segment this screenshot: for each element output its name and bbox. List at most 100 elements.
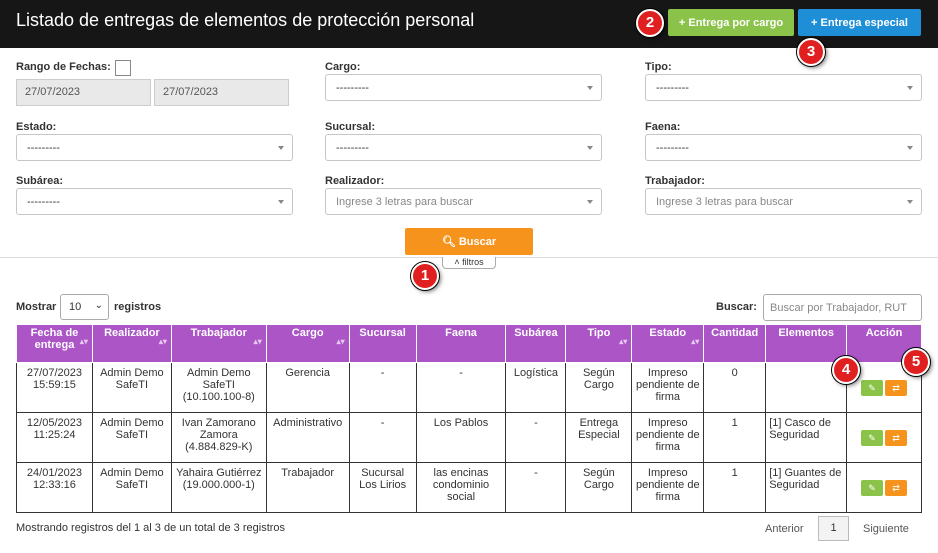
table-info: Mostrando registros del 1 al 3 de un tot… [16,522,286,534]
swap-button[interactable]: ⇄ [885,479,908,496]
col-trabajador[interactable]: Trabajador ▴▾ [170,324,267,363]
tipo-label: Tipo: [645,61,672,73]
filtros-toggle[interactable]: ˄ filtros [442,257,496,269]
swap-button[interactable]: ⇄ [885,379,908,396]
edit-button[interactable]: ✎ [861,429,884,446]
chevron-down-icon [907,200,913,204]
col-cantidad: Cantidad [703,324,767,363]
edit-button[interactable]: ✎ [861,479,884,496]
faena-select-value: --------- [656,142,689,154]
cell-elementos: [1] Guantes de Seguridad [765,462,848,513]
sort-icon: ▴▾ [619,337,628,346]
cell-subarea: - [505,412,567,463]
subarea-label: Subárea: [16,175,64,187]
cell-fecha: 24/01/2023 12:33:16 [16,462,93,513]
cell-accion: ✎ ⇄ [846,412,922,463]
col-sucursal: Sucursal [348,324,417,363]
subarea-select[interactable]: --------- [16,188,293,215]
cell-faena: las encinas condominio social [415,462,507,513]
realizador-placeholder: Ingrese 3 letras para buscar [336,196,473,208]
col-cargo-label: Cargo [291,327,324,339]
cell-sucursal: - [348,412,417,463]
buscar-button[interactable]: 🔍︎ Buscar [405,228,533,255]
tipo-select[interactable]: --------- [645,74,922,101]
col-estado[interactable]: Estado ▴▾ [631,324,705,363]
estado-select-value: --------- [27,142,60,154]
realizador-select[interactable]: Ingrese 3 letras para buscar [325,188,602,215]
registros-label: registros [114,301,162,313]
length-value: 10 [69,301,82,313]
cell-sucursal: Sucursal Los Lirios [348,462,417,513]
sort-icon: ▴▾ [691,337,700,346]
buscar-table-label: Buscar: [716,301,757,313]
cell-estado: Impreso pendiente de firma [631,362,705,413]
date-to-input[interactable]: 27/07/2023 [154,79,289,106]
cell-faena: - [415,362,507,413]
pagination-page-1[interactable]: 1 [818,516,849,541]
col-realizador[interactable]: Realizador ▴▾ [91,324,172,363]
col-trabajador-label: Trabajador [190,327,247,339]
chevron-down-icon [587,200,593,204]
pagination-prev[interactable]: Anterior [765,523,804,535]
mostrar-label: Mostrar [16,301,57,313]
pencil-icon: ✎ [868,482,876,493]
cell-elementos: [1] Casco de Seguridad [765,412,848,463]
length-select[interactable]: 10 ⌄ [60,294,109,320]
page-title: Listado de entregas de elementos de prot… [16,10,475,30]
cell-fecha: 27/07/2023 15:59:15 [16,362,93,413]
swap-icon: ⇄ [892,432,900,443]
sucursal-select-value: --------- [336,142,369,154]
sucursal-label: Sucursal: [325,121,376,133]
chevron-down-icon [907,86,913,90]
estado-select[interactable]: --------- [16,134,293,161]
col-tipo[interactable]: Tipo ▴▾ [565,324,633,363]
faena-label: Faena: [645,121,681,133]
realizador-label: Realizador: [325,175,385,187]
table-row: 27/07/2023 15:59:15 Admin Demo SafeTI Ad… [16,362,922,413]
cell-realizador: Admin Demo SafeTI [91,362,172,413]
pagination-next[interactable]: Siguiente [863,523,909,535]
swap-button[interactable]: ⇄ [885,429,908,446]
trabajador-label: Trabajador: [645,175,705,187]
annotation-badge-1: 1 [411,262,439,290]
table-header-row: Fecha de entrega ▴▾ Realizador ▴▾ Trabajad… [16,324,922,363]
chevron-down-icon [587,86,593,90]
cell-accion: ✎ ⇄ [846,462,922,513]
cell-subarea: Logística [505,362,567,413]
filtros-label: filtros [462,257,484,267]
cell-realizador: Admin Demo SafeTI [91,462,172,513]
cargo-label: Cargo: [325,61,361,73]
entrega-especial-button[interactable]: + Entrega especial [798,9,921,36]
sort-icon: ▴▾ [79,337,88,346]
entrega-por-cargo-button[interactable]: + Entrega por cargo [668,9,794,36]
col-cantidad-label: Cantidad [711,327,759,339]
swap-icon: ⇄ [892,482,900,493]
faena-select[interactable]: --------- [645,134,922,161]
chevron-down-icon [278,146,284,150]
cargo-select[interactable]: --------- [325,74,602,101]
chevron-down-icon: ⌄ [94,300,103,311]
col-fecha[interactable]: Fecha de entrega ▴▾ [16,324,93,363]
col-fecha-label: Fecha de entrega [30,327,79,351]
cell-realizador: Admin Demo SafeTI [91,412,172,463]
cell-cargo: Trabajador [265,462,350,513]
col-subarea-label: Subárea [514,327,558,339]
sucursal-select[interactable]: --------- [325,134,602,161]
cell-cargo: Administrativo [265,412,350,463]
chevron-down-icon [587,146,593,150]
cell-trabajador: Admin Demo SafeTI (10.100.100-8) [170,362,267,413]
pencil-icon: ✎ [868,432,876,443]
trabajador-select[interactable]: Ingrese 3 letras para buscar [645,188,922,215]
entregas-table: Fecha de entrega ▴▾ Realizador ▴▾ Trabajad… [16,324,922,513]
cell-tipo: Entrega Especial [565,412,633,463]
col-cargo[interactable]: Cargo ▴▾ [265,324,350,363]
col-estado-label: Estado [649,327,687,339]
rango-fechas-checkbox[interactable] [115,60,131,76]
table-search-input[interactable]: Buscar por Trabajador, RUT [763,294,922,321]
cell-sucursal: - [348,362,417,413]
edit-button[interactable]: ✎ [861,379,884,396]
col-accion-label: Acción [865,327,903,339]
cargo-select-value: --------- [336,82,369,94]
date-from-input[interactable]: 27/07/2023 [16,79,151,106]
annotation-badge-5: 5 [902,348,930,376]
